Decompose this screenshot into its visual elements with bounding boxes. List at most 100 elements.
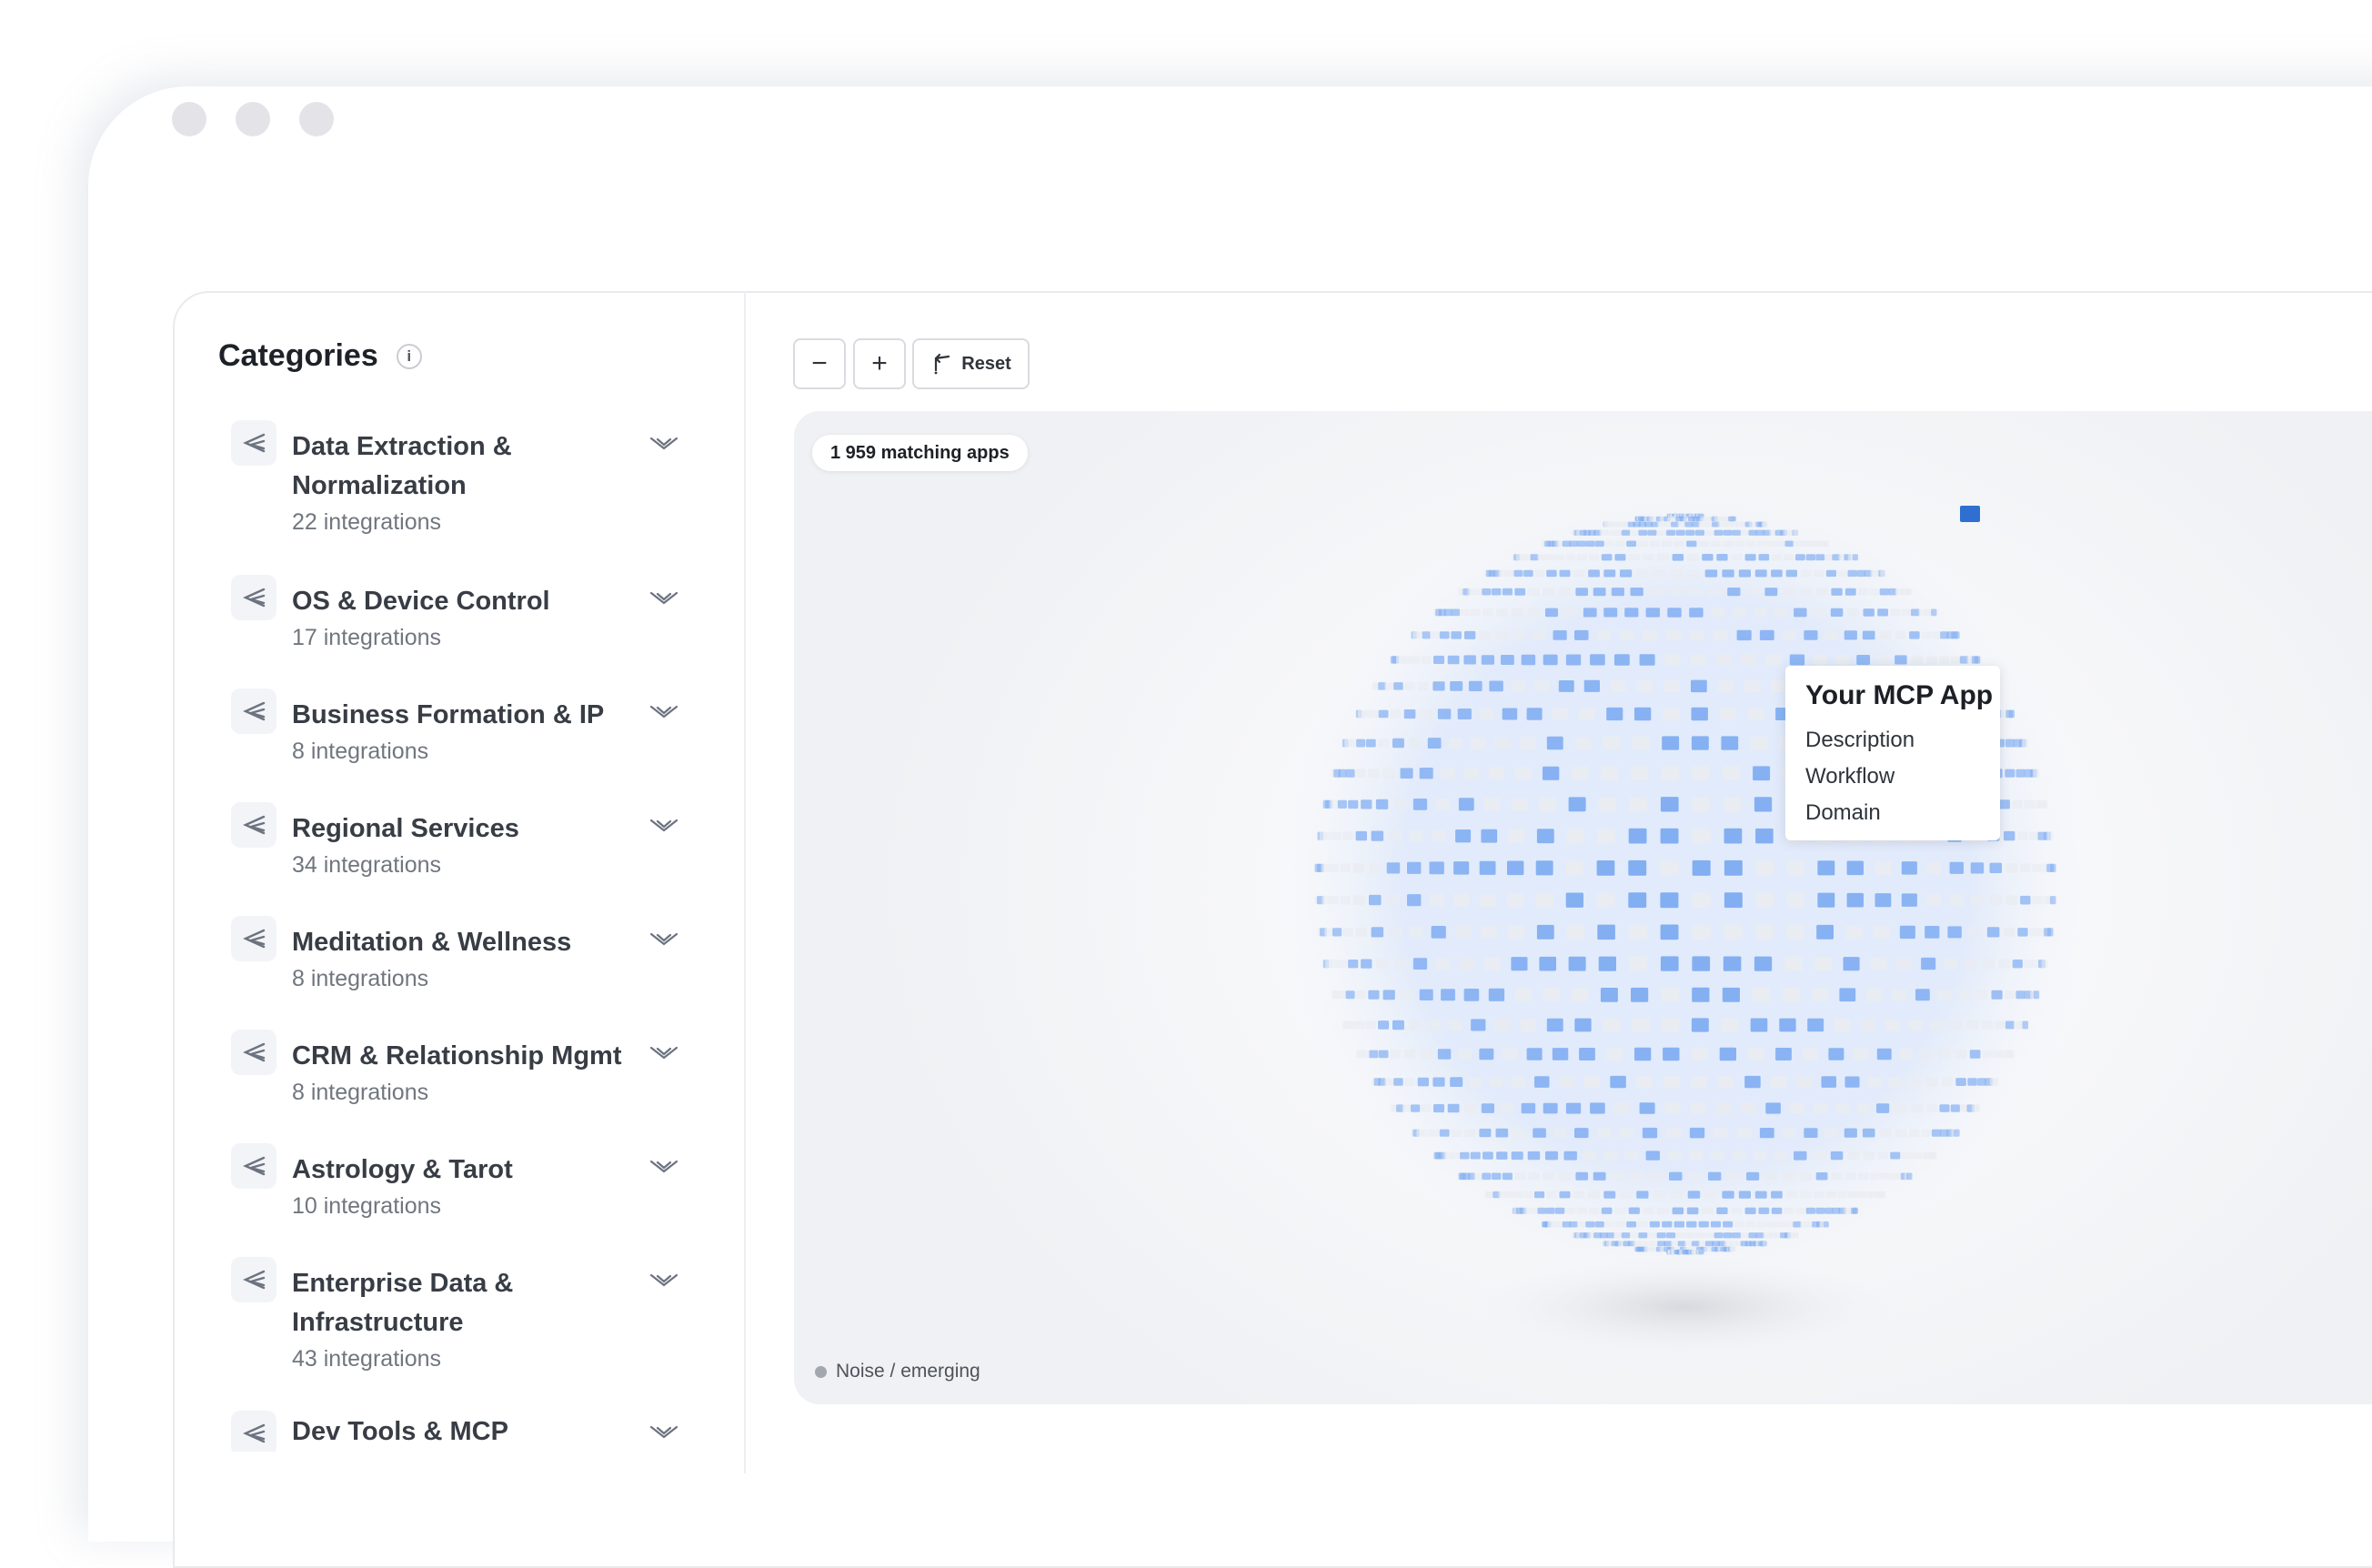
app-tile[interactable] xyxy=(1457,709,1472,719)
app-tile[interactable] xyxy=(1421,1104,1432,1112)
app-tile[interactable] xyxy=(1955,1050,1967,1060)
app-tile[interactable] xyxy=(1673,540,1684,548)
app-tile[interactable] xyxy=(1955,1078,1966,1086)
app-tile[interactable] xyxy=(1513,1191,1523,1199)
app-tile[interactable] xyxy=(1653,1191,1666,1199)
app-tile[interactable] xyxy=(1690,1102,1706,1114)
app-tile[interactable] xyxy=(1686,1221,1697,1228)
app-tile[interactable] xyxy=(1835,1102,1850,1114)
app-tile[interactable] xyxy=(1954,631,1960,639)
app-tile[interactable] xyxy=(2004,927,2015,937)
app-tile[interactable] xyxy=(1665,1127,1682,1139)
app-tile[interactable] xyxy=(1989,862,2003,873)
app-tile[interactable] xyxy=(1721,736,1739,750)
app-tile[interactable] xyxy=(1378,1020,1390,1030)
app-tile[interactable] xyxy=(1874,860,1892,875)
app-tile[interactable] xyxy=(1614,654,1630,666)
app-tile[interactable] xyxy=(1784,1221,1794,1228)
app-tile[interactable] xyxy=(1747,707,1764,721)
app-tile[interactable] xyxy=(1750,736,1768,750)
app-tile[interactable] xyxy=(1783,588,1795,597)
app-tile[interactable] xyxy=(2049,863,2056,872)
app-tile[interactable] xyxy=(2008,709,2015,719)
app-tile[interactable] xyxy=(1520,1018,1537,1031)
map-canvas[interactable] xyxy=(794,411,2372,1404)
app-tile[interactable] xyxy=(1573,1191,1585,1199)
app-tile[interactable] xyxy=(1447,655,1460,665)
app-tile[interactable] xyxy=(1427,738,1442,749)
app-tile[interactable] xyxy=(1324,928,1333,937)
app-tile[interactable] xyxy=(1657,1207,1669,1215)
app-tile[interactable] xyxy=(2012,799,2023,809)
app-tile[interactable] xyxy=(1543,988,1560,1002)
app-tile[interactable] xyxy=(1771,1207,1783,1214)
app-tile[interactable] xyxy=(1823,540,1829,548)
app-tile[interactable] xyxy=(1558,1076,1574,1089)
app-tile[interactable] xyxy=(1732,1232,1742,1239)
chevron-down-icon[interactable] xyxy=(649,817,678,835)
app-tile[interactable] xyxy=(1814,569,1824,578)
app-tile[interactable] xyxy=(1439,1129,1450,1137)
app-tile[interactable] xyxy=(1869,588,1880,596)
app-tile[interactable] xyxy=(1628,859,1647,876)
app-tile[interactable] xyxy=(1433,655,1444,664)
app-tile[interactable] xyxy=(1717,1075,1734,1089)
app-tile[interactable] xyxy=(1352,895,1365,905)
app-tile[interactable] xyxy=(1789,1102,1805,1114)
app-tile[interactable] xyxy=(1793,1232,1799,1239)
app-tile[interactable] xyxy=(1793,529,1799,536)
app-tile[interactable] xyxy=(1404,681,1415,690)
app-tile[interactable] xyxy=(1471,1019,1486,1031)
app-tile[interactable] xyxy=(1779,1018,1796,1032)
app-tile[interactable] xyxy=(1714,529,1724,536)
app-tile[interactable] xyxy=(1645,608,1660,618)
app-tile[interactable] xyxy=(1890,608,1901,617)
app-tile[interactable] xyxy=(1844,630,1857,640)
app-globe[interactable] xyxy=(794,411,2372,1404)
app-tile[interactable] xyxy=(1888,1077,1903,1088)
reset-button[interactable]: Reset xyxy=(912,338,1030,389)
app-tile[interactable] xyxy=(1744,554,1756,561)
app-tile[interactable] xyxy=(1784,554,1794,561)
app-tile[interactable] xyxy=(1598,956,1616,971)
app-tile[interactable] xyxy=(1536,829,1554,844)
app-tile[interactable] xyxy=(1753,608,1767,618)
app-tile[interactable] xyxy=(1450,1077,1463,1087)
app-tile[interactable] xyxy=(1526,708,1543,720)
app-tile[interactable] xyxy=(1815,588,1828,596)
app-tile[interactable] xyxy=(1437,709,1452,719)
app-tile[interactable] xyxy=(2017,928,2028,937)
app-tile[interactable] xyxy=(1774,608,1787,618)
app-tile[interactable] xyxy=(1741,654,1756,666)
app-tile[interactable] xyxy=(1931,1151,1937,1160)
app-tile[interactable] xyxy=(2033,990,2040,1000)
app-tile[interactable] xyxy=(1754,956,1773,971)
app-tile[interactable] xyxy=(1614,554,1626,561)
app-tile[interactable] xyxy=(1568,797,1586,812)
app-tile[interactable] xyxy=(1643,1207,1654,1215)
app-tile[interactable] xyxy=(1543,654,1558,666)
app-tile[interactable] xyxy=(1901,1151,1911,1160)
app-tile[interactable] xyxy=(1723,956,1742,971)
app-tile[interactable] xyxy=(1691,1018,1709,1032)
app-tile[interactable] xyxy=(1613,1232,1623,1239)
app-tile[interactable] xyxy=(1355,927,1367,937)
app-tile[interactable] xyxy=(1471,737,1486,749)
app-tile[interactable] xyxy=(1402,1104,1412,1112)
app-tile[interactable] xyxy=(1479,630,1492,640)
app-tile[interactable] xyxy=(1968,926,1982,938)
app-tile[interactable] xyxy=(1661,987,1679,1002)
app-tile[interactable] xyxy=(1356,1020,1366,1030)
app-tile[interactable] xyxy=(1638,529,1648,536)
app-tile[interactable] xyxy=(1553,1128,1567,1138)
app-tile[interactable] xyxy=(1498,1191,1507,1199)
app-tile[interactable] xyxy=(1691,736,1709,750)
app-tile[interactable] xyxy=(1545,1151,1558,1161)
app-tile[interactable] xyxy=(1463,655,1476,665)
app-tile[interactable] xyxy=(1576,1221,1586,1228)
app-tile[interactable] xyxy=(1434,957,1450,970)
app-tile[interactable] xyxy=(1598,797,1616,812)
app-tile[interactable] xyxy=(1753,988,1771,1002)
app-tile[interactable] xyxy=(1692,797,1711,812)
app-tile[interactable] xyxy=(1669,588,1683,597)
